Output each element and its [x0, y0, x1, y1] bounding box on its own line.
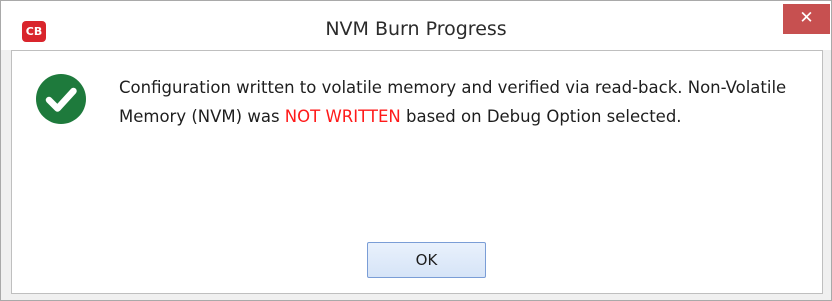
- dialog-title: NVM Burn Progress: [325, 18, 507, 40]
- status-message: Configuration written to volatile memory…: [119, 73, 809, 131]
- title-bar[interactable]: CB NVM Burn Progress ✕: [1, 1, 831, 50]
- not-written-warning: NOT WRITTEN: [284, 107, 401, 126]
- dialog-body: Configuration written to volatile memory…: [11, 50, 823, 294]
- close-button[interactable]: ✕: [783, 4, 830, 34]
- dialog-window: CB NVM Burn Progress ✕ Configuration wri…: [0, 0, 832, 301]
- success-check-icon: [36, 74, 86, 124]
- message-text-after: based on Debug Option selected.: [400, 107, 682, 126]
- close-icon: ✕: [799, 8, 814, 28]
- ok-button[interactable]: OK: [367, 242, 486, 278]
